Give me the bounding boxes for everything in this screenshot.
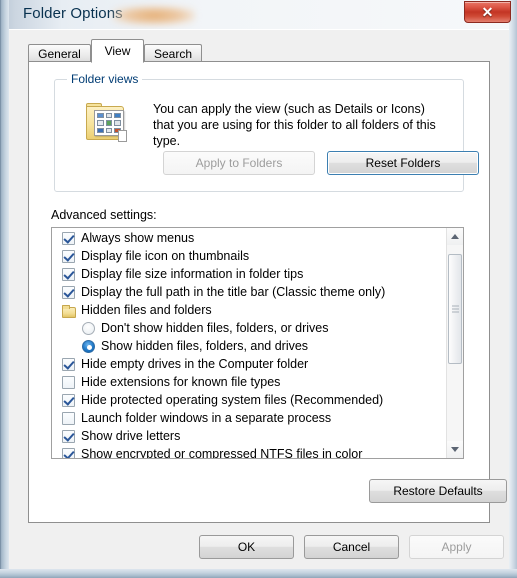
list-item[interactable]: Display file icon on thumbnails: [52, 247, 446, 265]
list-item[interactable]: Hidden files and folders: [52, 301, 446, 319]
list-item[interactable]: Hide empty drives in the Computer folder: [52, 355, 446, 373]
radio-selected-icon[interactable]: [82, 339, 95, 353]
list-item-label: Hidden files and folders: [81, 303, 212, 317]
dialog-client-area: General View Search Folder views You can…: [9, 29, 509, 569]
list-item-label: Display file icon on thumbnails: [81, 249, 250, 263]
list-item[interactable]: Hide protected operating system files (R…: [52, 391, 446, 409]
window-frame-left-edge: [0, 0, 1, 578]
ok-label: OK: [237, 540, 256, 554]
advanced-settings-scrollbar[interactable]: [446, 228, 463, 458]
list-item[interactable]: Hide extensions for known file types: [52, 373, 446, 391]
checkbox-checked-icon[interactable]: [62, 231, 75, 245]
folder-icon: [62, 304, 76, 318]
tab-search[interactable]: Search: [144, 44, 202, 62]
checkbox-checked-icon[interactable]: [62, 447, 75, 458]
checkbox-unchecked-icon[interactable]: [62, 375, 75, 389]
checkbox-unchecked-icon[interactable]: [62, 411, 75, 425]
folder-views-group: Folder views You can apply the view (suc…: [54, 72, 479, 192]
list-item-label: Show drive letters: [81, 429, 181, 443]
list-item-label: Don't show hidden files, folders, or dri…: [101, 321, 329, 335]
list-item[interactable]: Launch folder windows in a separate proc…: [52, 409, 446, 427]
window-frame-right: [509, 0, 517, 578]
title-bar[interactable]: Folder Options ✕: [9, 0, 511, 29]
list-item-label: Hide extensions for known file types: [81, 375, 281, 389]
advanced-settings-label: Advanced settings:: [51, 208, 157, 222]
checkbox-checked-icon[interactable]: [62, 357, 75, 371]
list-item[interactable]: Show drive letters: [52, 427, 446, 445]
list-item[interactable]: Show hidden files, folders, and drives: [52, 337, 446, 355]
tab-general[interactable]: General: [28, 44, 91, 62]
restore-defaults-button[interactable]: Restore Defaults: [369, 479, 507, 503]
list-item-label: Display the full path in the title bar (…: [81, 285, 386, 299]
list-item-label: Hide protected operating system files (R…: [81, 393, 384, 407]
checkbox-checked-icon[interactable]: [62, 267, 75, 281]
tab-view[interactable]: View: [91, 39, 144, 63]
list-item[interactable]: Display the full path in the title bar (…: [52, 283, 446, 301]
scroll-down-arrow-icon[interactable]: [447, 441, 463, 458]
apply-to-folders-button[interactable]: Apply to Folders: [163, 151, 315, 175]
checkbox-checked-icon[interactable]: [62, 249, 75, 263]
window-title: Folder Options: [23, 5, 123, 22]
scroll-up-arrow-icon[interactable]: [447, 228, 463, 245]
folder-options-window: Folder Options ✕ General View Search Fol…: [0, 0, 517, 578]
redaction-smudge: [113, 6, 195, 25]
list-item-label: Launch folder windows in a separate proc…: [81, 411, 332, 425]
tab-strip: General View Search: [28, 39, 490, 63]
list-item-label: Always show menus: [81, 231, 195, 245]
ok-button[interactable]: OK: [199, 535, 294, 559]
scroll-thumb[interactable]: [448, 254, 462, 364]
folder-views-icon: [84, 100, 130, 146]
folder-views-description: You can apply the view (such as Details …: [153, 102, 436, 148]
list-item[interactable]: Don't show hidden files, folders, or dri…: [52, 319, 446, 337]
close-icon: ✕: [481, 4, 494, 20]
list-item-label: Hide empty drives in the Computer folder: [81, 357, 309, 371]
tab-general-label: General: [38, 46, 81, 61]
checkbox-checked-icon[interactable]: [62, 429, 75, 443]
list-item-label: Display file size information in folder …: [81, 267, 304, 281]
advanced-settings-items: Always show menus Display file icon on th…: [52, 229, 446, 459]
radio-unselected-icon[interactable]: [82, 321, 95, 335]
reset-folders-label: Reset Folders: [365, 156, 441, 170]
cancel-label: Cancel: [332, 540, 371, 554]
list-item-label: Show hidden files, folders, and drives: [101, 339, 309, 353]
restore-defaults-label: Restore Defaults: [393, 484, 483, 498]
apply-button[interactable]: Apply: [409, 535, 504, 559]
reset-folders-button[interactable]: Reset Folders: [327, 151, 479, 175]
folder-views-legend: Folder views: [67, 72, 143, 86]
checkbox-checked-icon[interactable]: [62, 285, 75, 299]
window-frame-left: [0, 0, 9, 578]
advanced-settings-listbox[interactable]: Always show menus Display file icon on th…: [51, 227, 464, 459]
apply-label: Apply: [441, 540, 472, 554]
apply-to-folders-label: Apply to Folders: [195, 156, 283, 170]
list-item-label: Show encrypted or compressed NTFS files …: [81, 447, 363, 459]
tab-search-label: Search: [153, 46, 193, 61]
cancel-button[interactable]: Cancel: [304, 535, 399, 559]
list-item[interactable]: Show encrypted or compressed NTFS files …: [52, 445, 446, 459]
close-window-button[interactable]: ✕: [464, 1, 511, 23]
window-frame-bottom: [0, 569, 517, 578]
list-item[interactable]: Always show menus: [52, 229, 446, 247]
list-item[interactable]: Display file size information in folder …: [52, 265, 446, 283]
checkbox-checked-icon[interactable]: [62, 393, 75, 407]
tab-page-view: Folder views You can apply the view (suc…: [28, 61, 507, 523]
tab-view-label: View: [104, 44, 131, 58]
